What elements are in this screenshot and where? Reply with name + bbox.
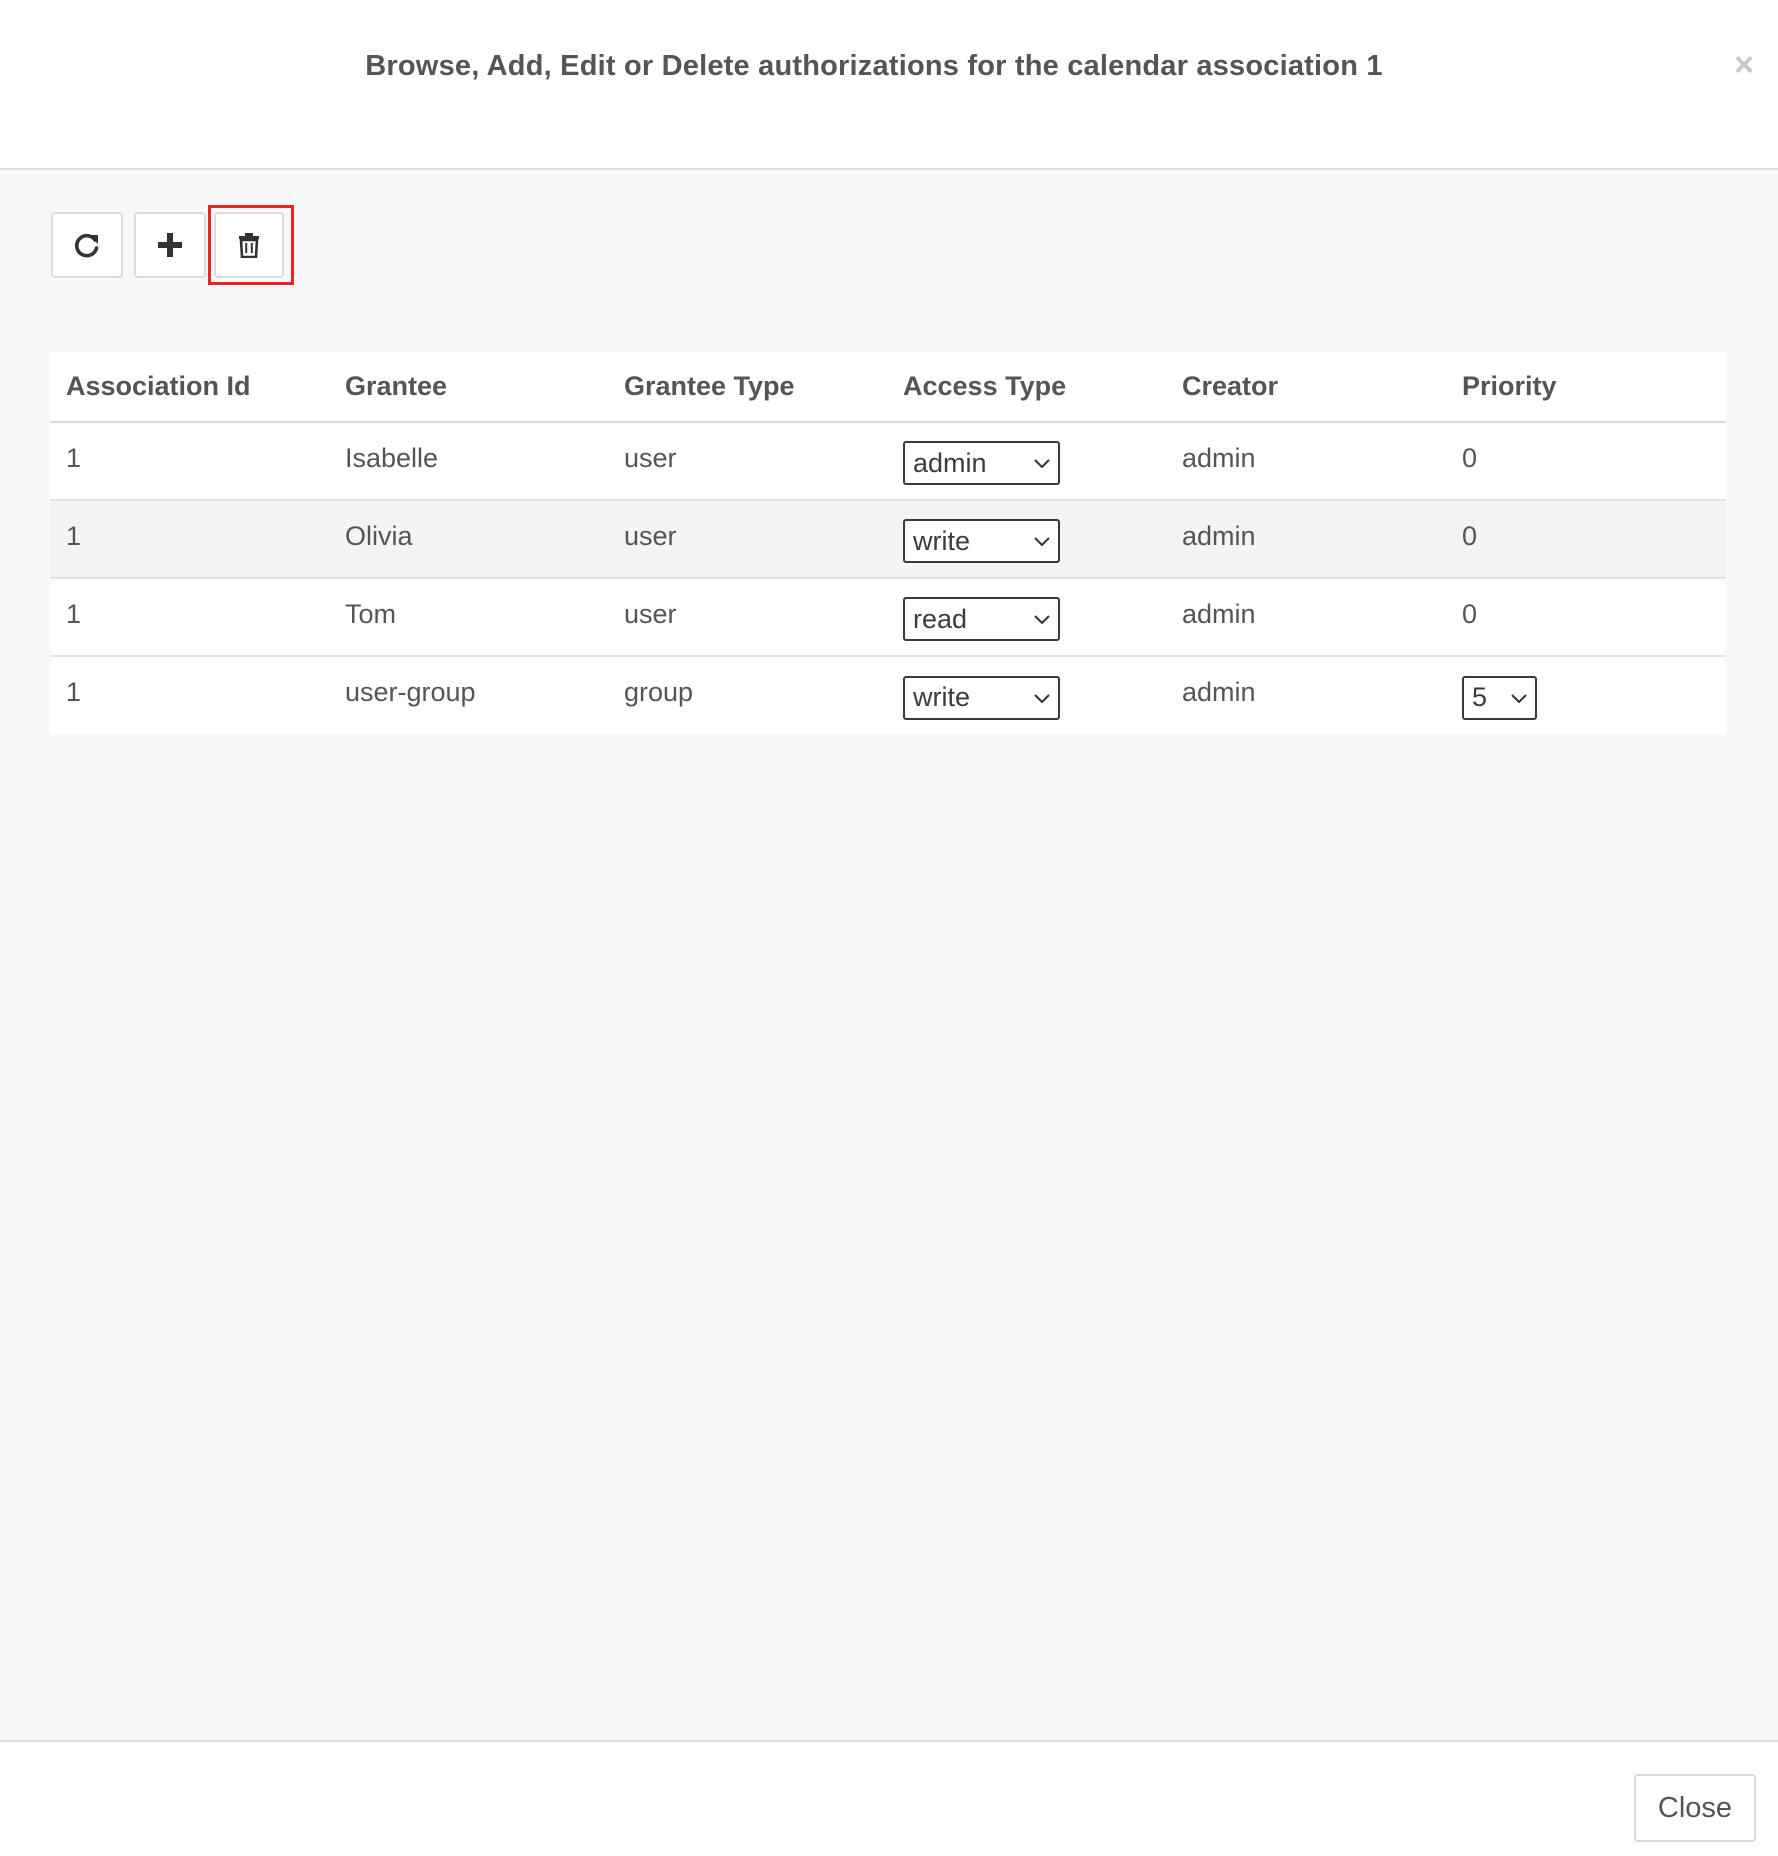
chevron-down-icon [1034, 693, 1050, 703]
access-type-select[interactable]: admin [903, 441, 1060, 485]
table-row[interactable]: 1 Isabelle user admin admin 0 [50, 422, 1726, 501]
cell-grantee: Olivia [329, 500, 608, 579]
trash-icon [239, 233, 259, 258]
chevron-down-icon [1034, 615, 1050, 625]
table-row[interactable]: 1 Olivia user write admin 0 [50, 500, 1726, 579]
table-header-row: Association Id Grantee Grantee Type Acce… [50, 352, 1726, 423]
cell-grantee-type: user [608, 500, 887, 579]
cell-grantee: user-group [345, 677, 476, 707]
cell-association-id: 1 [50, 500, 329, 579]
refresh-button[interactable] [51, 212, 123, 278]
chevron-down-icon [1034, 459, 1050, 469]
cell-grantee: Isabelle [329, 422, 608, 501]
authorizations-table: Association Id Grantee Grantee Type Acce… [50, 352, 1726, 734]
cell-access-type: read [887, 578, 1166, 657]
access-type-value: write [913, 525, 971, 556]
dialog-title: Browse, Add, Edit or Delete authorizatio… [365, 50, 1383, 82]
cell-access-type: admin [887, 422, 1166, 501]
cell-grantee: Tom [329, 578, 608, 657]
access-type-value: admin [913, 447, 987, 478]
table-row[interactable]: 1 user-group group write admin 5 [50, 656, 1726, 734]
column-header-association-id: Association Id [50, 352, 329, 423]
column-header-access-type: Access Type [887, 352, 1166, 423]
chevron-down-icon [1511, 693, 1527, 703]
plus-icon [158, 233, 182, 257]
cell-priority: 0 [1446, 578, 1726, 657]
cell-grantee-type: user [608, 578, 887, 657]
delete-button[interactable] [214, 212, 284, 278]
cell-creator: admin [1182, 677, 1256, 707]
cell-association-id: 1 [50, 578, 329, 657]
access-type-value: read [913, 603, 968, 634]
cell-association-id: 1 [50, 422, 329, 501]
cell-priority: 5 [1446, 656, 1726, 734]
access-type-value: write [913, 682, 971, 712]
refresh-icon [74, 233, 99, 258]
cell-grantee-type: group [624, 677, 694, 707]
access-type-select[interactable]: read [903, 597, 1060, 641]
column-header-grantee: Grantee [329, 352, 608, 423]
cell-access-type: write [887, 656, 1166, 734]
dialog-header: Browse, Add, Edit or Delete authorizatio… [0, 0, 1778, 170]
close-icon[interactable]: × [1727, 45, 1761, 85]
cell-association-id: 1 [66, 677, 82, 707]
priority-select[interactable]: 5 [1462, 675, 1537, 720]
close-button[interactable]: Close [1634, 1774, 1756, 1842]
cell-access-type: write [887, 500, 1166, 579]
access-type-select[interactable]: write [903, 675, 1060, 720]
cell-priority: 0 [1446, 500, 1726, 579]
cell-creator: admin [1166, 422, 1446, 501]
column-header-priority: Priority [1446, 352, 1726, 423]
table-row[interactable]: 1 Tom user read admin 0 [50, 578, 1726, 657]
add-button[interactable] [134, 212, 206, 278]
chevron-down-icon [1034, 537, 1050, 547]
cell-creator: admin [1166, 578, 1446, 657]
cell-creator: admin [1166, 500, 1446, 579]
column-header-grantee-type: Grantee Type [608, 352, 887, 423]
column-header-creator: Creator [1166, 352, 1446, 423]
access-type-select[interactable]: write [903, 519, 1060, 563]
cell-grantee-type: user [608, 422, 887, 501]
cell-priority: 0 [1446, 422, 1726, 501]
priority-value: 5 [1472, 682, 1488, 712]
dialog-footer: Close [0, 1740, 1778, 1856]
